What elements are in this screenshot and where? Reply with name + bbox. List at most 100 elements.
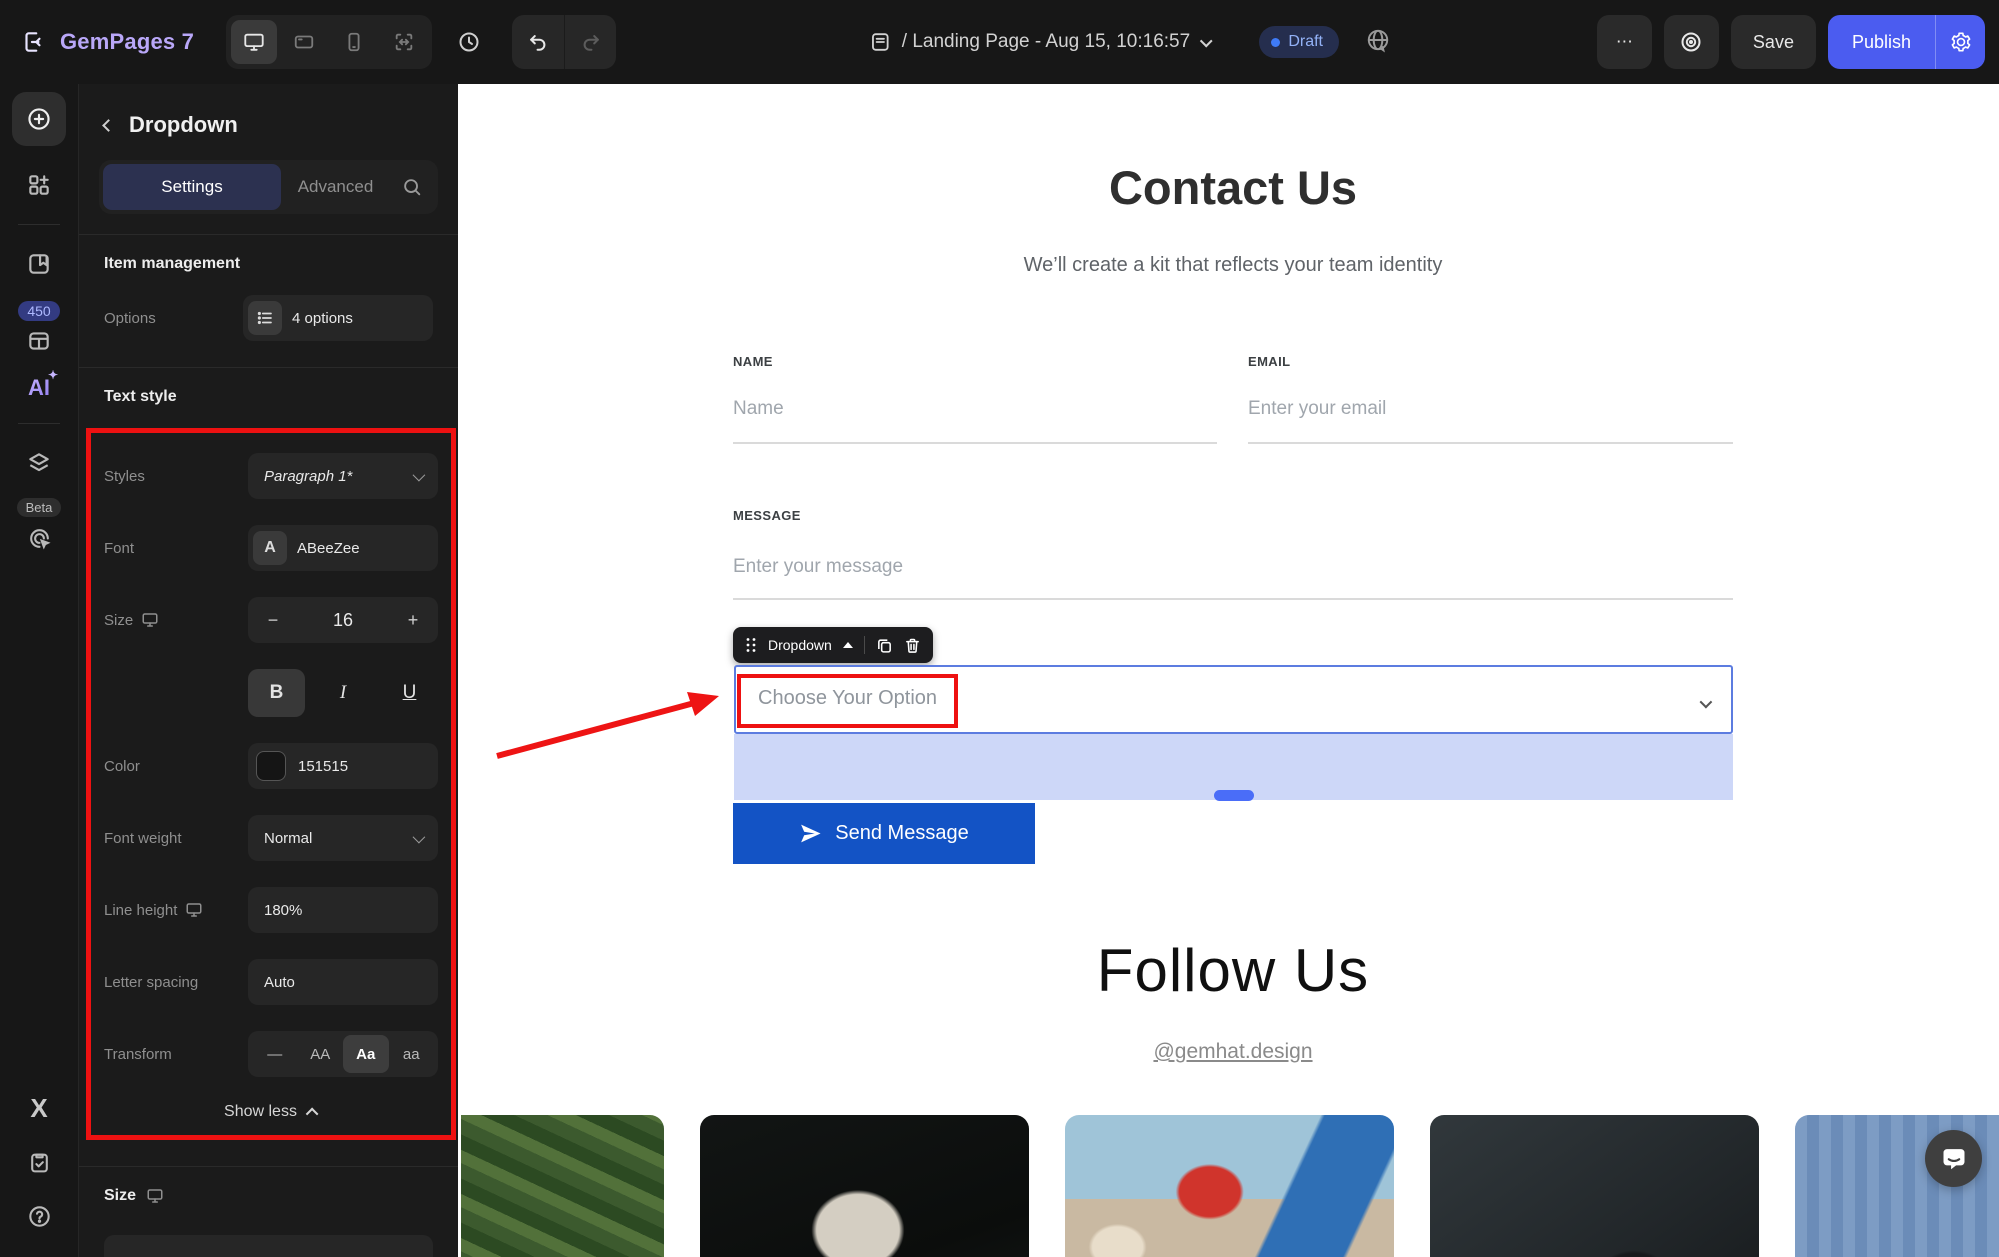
globe-icon[interactable] xyxy=(1365,27,1391,58)
tab-settings[interactable]: Settings xyxy=(103,164,281,210)
font-weight-dropdown[interactable]: Normal xyxy=(248,815,438,861)
email-field[interactable]: EMAIL Enter your email xyxy=(1248,354,1733,446)
contact-heading[interactable]: Contact Us xyxy=(733,160,1733,215)
transform-uppercase-button[interactable]: AA xyxy=(298,1035,344,1073)
transform-capitalize-button[interactable]: Aa xyxy=(343,1035,389,1073)
options-label: Options xyxy=(104,310,156,327)
chevron-down-icon xyxy=(1200,34,1213,47)
redo-button[interactable] xyxy=(564,15,616,69)
theme-pages-icon[interactable] xyxy=(12,237,66,291)
search-icon[interactable] xyxy=(390,176,434,198)
padding-drag-handle[interactable] xyxy=(1214,790,1254,801)
layout-sections-icon[interactable] xyxy=(12,321,66,361)
line-height-label: Line height xyxy=(104,901,203,919)
color-hex-value: 151515 xyxy=(298,758,348,775)
letter-spacing-label: Letter spacing xyxy=(104,974,198,991)
chat-widget-button[interactable] xyxy=(1925,1130,1982,1187)
section-item-management: Item management xyxy=(104,255,433,273)
message-label: MESSAGE xyxy=(733,508,1733,523)
responsive-resize-button[interactable] xyxy=(381,20,427,64)
element-toolbar: Dropdown xyxy=(733,627,933,663)
photo-foliage-teal-cap[interactable] xyxy=(461,1115,664,1257)
red-annotation-arrow xyxy=(483,684,733,779)
interactions-target-icon[interactable] xyxy=(12,517,66,559)
breadcrumb[interactable]: / Landing Page - Aug 15, 10:16:57 xyxy=(870,0,1209,84)
publish-settings-gear-icon[interactable] xyxy=(1935,15,1985,69)
transform-none-button[interactable]: — xyxy=(252,1035,298,1073)
mobile-view-button[interactable] xyxy=(331,20,377,64)
photo-white-bucket-hat[interactable] xyxy=(700,1115,1029,1257)
app-title: GemPages 7 xyxy=(60,29,194,55)
undo-button[interactable] xyxy=(512,15,564,69)
add-element-button[interactable] xyxy=(12,92,66,146)
show-less-button[interactable]: Show less xyxy=(91,1103,451,1121)
toolbar-divider xyxy=(864,636,865,654)
font-picker[interactable]: A ABeeZee xyxy=(248,525,438,571)
duplicate-icon[interactable] xyxy=(876,637,893,654)
tablet-view-button[interactable] xyxy=(281,20,327,64)
sparkle-icon: ✦ xyxy=(48,368,58,382)
italic-button[interactable]: I xyxy=(315,669,372,717)
back-button[interactable] xyxy=(104,121,113,130)
blocks-library-icon[interactable] xyxy=(12,158,66,212)
font-weight-label: Font weight xyxy=(104,830,182,847)
letter-spacing-input[interactable]: Auto xyxy=(248,959,438,1005)
delete-icon[interactable] xyxy=(904,637,921,654)
history-icon[interactable] xyxy=(446,19,492,65)
chevron-down-icon xyxy=(413,830,426,843)
element-name[interactable]: Dropdown xyxy=(768,637,832,653)
email-label: EMAIL xyxy=(1248,354,1733,369)
contact-subtitle[interactable]: We’ll create a kit that reflects your te… xyxy=(733,254,1733,277)
color-label: Color xyxy=(104,758,140,775)
dropdown-placeholder: Choose Your Option xyxy=(758,687,937,710)
gempages-logo-icon[interactable] xyxy=(20,29,46,55)
size-increase-button[interactable]: + xyxy=(388,610,438,631)
save-button[interactable]: Save xyxy=(1731,15,1816,69)
tab-advanced[interactable]: Advanced xyxy=(281,177,390,197)
help-icon[interactable] xyxy=(12,1189,66,1243)
color-picker[interactable]: 151515 xyxy=(248,743,438,789)
preview-button[interactable] xyxy=(1664,15,1719,69)
bold-button[interactable]: B xyxy=(248,669,305,717)
tasks-clipboard-icon[interactable] xyxy=(12,1135,66,1189)
message-placeholder: Enter your message xyxy=(733,556,903,578)
styles-label: Styles xyxy=(104,468,145,485)
drag-handle-icon[interactable] xyxy=(745,637,757,653)
more-options-button[interactable]: ⋯ xyxy=(1597,15,1652,69)
chevron-down-icon xyxy=(413,468,426,481)
underline-button[interactable]: U xyxy=(381,669,438,717)
publish-button[interactable]: Publish xyxy=(1828,15,1935,69)
follow-heading[interactable]: Follow Us xyxy=(733,936,1733,1005)
font-a-icon: A xyxy=(253,531,287,565)
instagram-handle-link[interactable]: @gemhat.design xyxy=(733,1040,1733,1064)
send-message-button[interactable]: Send Message xyxy=(733,803,1035,864)
photo-red-cap-street[interactable] xyxy=(1065,1115,1394,1257)
input-underline xyxy=(733,598,1733,600)
options-button[interactable]: 4 options xyxy=(243,295,433,341)
name-placeholder: Name xyxy=(733,398,784,420)
device-switcher xyxy=(226,15,432,69)
styles-dropdown[interactable]: Paragraph 1* xyxy=(248,453,438,499)
select-parent-icon[interactable] xyxy=(843,642,853,648)
message-field[interactable]: MESSAGE Enter your message xyxy=(733,508,1733,600)
layers-icon[interactable] xyxy=(12,436,66,490)
options-count: 4 options xyxy=(292,310,353,327)
ai-assistant-button[interactable]: AI✦ xyxy=(28,375,50,401)
transform-lowercase-button[interactable]: aa xyxy=(389,1035,435,1073)
size-decrease-button[interactable]: − xyxy=(248,610,298,631)
list-icon xyxy=(248,301,282,335)
dropdown-select[interactable]: Choose Your Option xyxy=(734,665,1733,734)
page-icon xyxy=(870,31,892,53)
section-size: Size xyxy=(104,1187,433,1205)
name-field[interactable]: NAME Name xyxy=(733,354,1217,446)
line-height-input[interactable]: 180% xyxy=(248,887,438,933)
input-underline xyxy=(733,442,1217,444)
size-control-partial[interactable] xyxy=(104,1235,433,1257)
photo-black-beanie[interactable] xyxy=(1430,1115,1759,1257)
font-size-value[interactable]: 16 xyxy=(333,610,353,631)
status-badge: Draft xyxy=(1259,26,1339,58)
panel-title: Dropdown xyxy=(129,112,238,138)
text-format-group: B I U xyxy=(248,669,438,717)
x-social-icon[interactable]: X xyxy=(12,1081,66,1135)
desktop-view-button[interactable] xyxy=(231,20,277,64)
